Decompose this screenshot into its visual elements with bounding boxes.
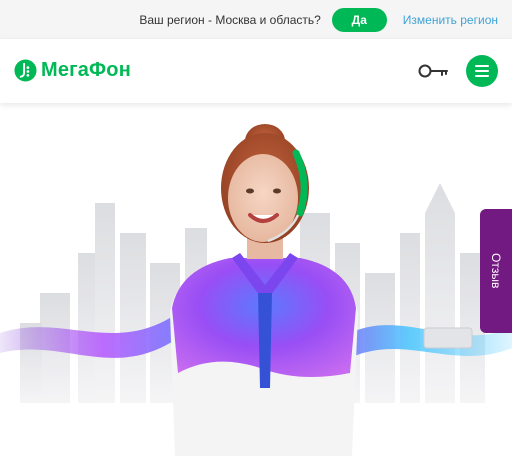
region-question: Ваш регион - Москва и область? (139, 12, 321, 27)
hamburger-menu-icon[interactable] (466, 55, 498, 87)
feedback-label: Отзыв (489, 253, 503, 289)
region-bar: Ваш регион - Москва и область? Да Измени… (0, 0, 512, 39)
hero-illustration (0, 124, 512, 456)
tie (258, 293, 272, 388)
hero-banner (0, 103, 512, 456)
logo-wordmark: МегаФон (41, 59, 132, 81)
site-header: МегаФон (0, 39, 512, 103)
region-confirm-button[interactable]: Да (331, 7, 387, 32)
feedback-tab[interactable]: Отзыв (480, 209, 512, 333)
change-region-link[interactable]: Изменить регион (403, 13, 498, 27)
megafon-logo[interactable]: МегаФон (14, 59, 131, 82)
key-icon[interactable] (418, 61, 450, 81)
megafon-logo-icon (14, 59, 37, 82)
